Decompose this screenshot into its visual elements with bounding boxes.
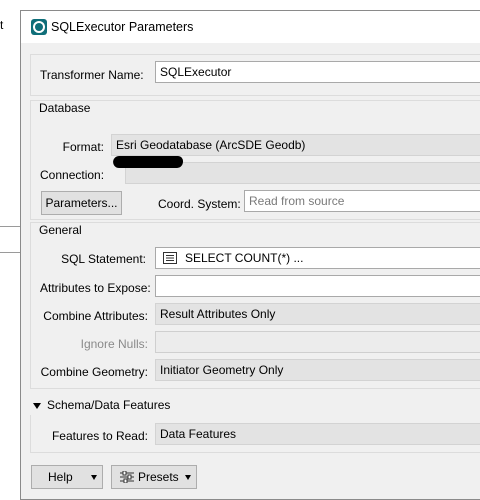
- attributes-to-expose-label: Attributes to Expose:: [40, 281, 151, 295]
- background-window: t: [0, 0, 20, 487]
- presets-icon: [120, 471, 134, 483]
- combine-geometry-field[interactable]: Initiator Geometry Only: [155, 359, 480, 381]
- presets-button[interactable]: Presets: [111, 465, 197, 489]
- transformer-name-field[interactable]: SQLExecutor: [155, 61, 480, 83]
- dropdown-arrow-icon: [185, 475, 191, 480]
- help-button[interactable]: Help: [31, 465, 103, 489]
- parameters-button[interactable]: Parameters...: [41, 191, 122, 215]
- features-to-read-value: Data Features: [160, 427, 237, 441]
- format-value: Esri Geodatabase (ArcSDE Geodb): [116, 138, 306, 152]
- combine-attributes-field[interactable]: Result Attributes Only: [155, 303, 480, 325]
- features-to-read-field[interactable]: Data Features: [155, 423, 480, 445]
- schema-section-title[interactable]: Schema/Data Features: [47, 398, 170, 412]
- format-label: Format:: [62, 140, 104, 154]
- sql-editor-icon[interactable]: [163, 252, 177, 264]
- combine-attributes-value: Result Attributes Only: [160, 307, 276, 321]
- redacted-connection-scribble: [111, 156, 185, 168]
- sql-statement-field[interactable]: SELECT COUNT(*) ...: [155, 247, 480, 269]
- background-divider: [0, 252, 20, 253]
- parameters-dialog: SQLExecutor Parameters Transformer Name:…: [20, 10, 480, 500]
- ignore-nulls-label: Ignore Nulls:: [80, 337, 148, 351]
- sql-statement-label: SQL Statement:: [61, 252, 146, 266]
- combine-geometry-label: Combine Geometry:: [40, 365, 148, 379]
- format-field[interactable]: Esri Geodatabase (ArcSDE Geodb): [111, 134, 480, 156]
- ignore-nulls-field: [155, 331, 480, 353]
- collapse-triangle-icon[interactable]: [33, 403, 41, 409]
- features-to-read-label: Features to Read:: [51, 429, 148, 443]
- window-title: SQLExecutor Parameters: [51, 20, 194, 34]
- attributes-to-expose-field[interactable]: [155, 275, 480, 297]
- background-text-fragment: t: [0, 18, 4, 32]
- sql-statement-value: SELECT COUNT(*) ...: [185, 251, 304, 265]
- dropdown-arrow-icon: [91, 475, 97, 480]
- transformer-group: Transformer Name: SQLExecutor: [30, 54, 480, 96]
- database-group: Database Format: Esri Geodatabase (ArcSD…: [30, 100, 480, 220]
- transformer-name-label: Transformer Name:: [40, 68, 144, 82]
- coord-system-label: Coord. System:: [158, 197, 241, 211]
- presets-button-label: Presets: [138, 470, 179, 484]
- app-icon: [31, 19, 47, 35]
- general-group: General SQL Statement: SELECT COUNT(*) .…: [30, 222, 480, 389]
- schema-group: Features to Read: Data Features: [30, 415, 480, 453]
- title-bar[interactable]: SQLExecutor Parameters: [21, 11, 480, 43]
- database-section-title: Database: [39, 101, 91, 115]
- coord-system-placeholder: Read from source: [249, 194, 345, 208]
- combine-attributes-label: Combine Attributes:: [43, 309, 148, 323]
- transformer-name-value: SQLExecutor: [160, 65, 232, 79]
- connection-label: Connection:: [40, 168, 105, 182]
- help-button-label: Help: [48, 470, 73, 484]
- combine-geometry-value: Initiator Geometry Only: [160, 363, 284, 377]
- coord-system-field[interactable]: Read from source: [244, 190, 480, 212]
- background-divider: [0, 226, 20, 227]
- general-section-title: General: [39, 223, 82, 237]
